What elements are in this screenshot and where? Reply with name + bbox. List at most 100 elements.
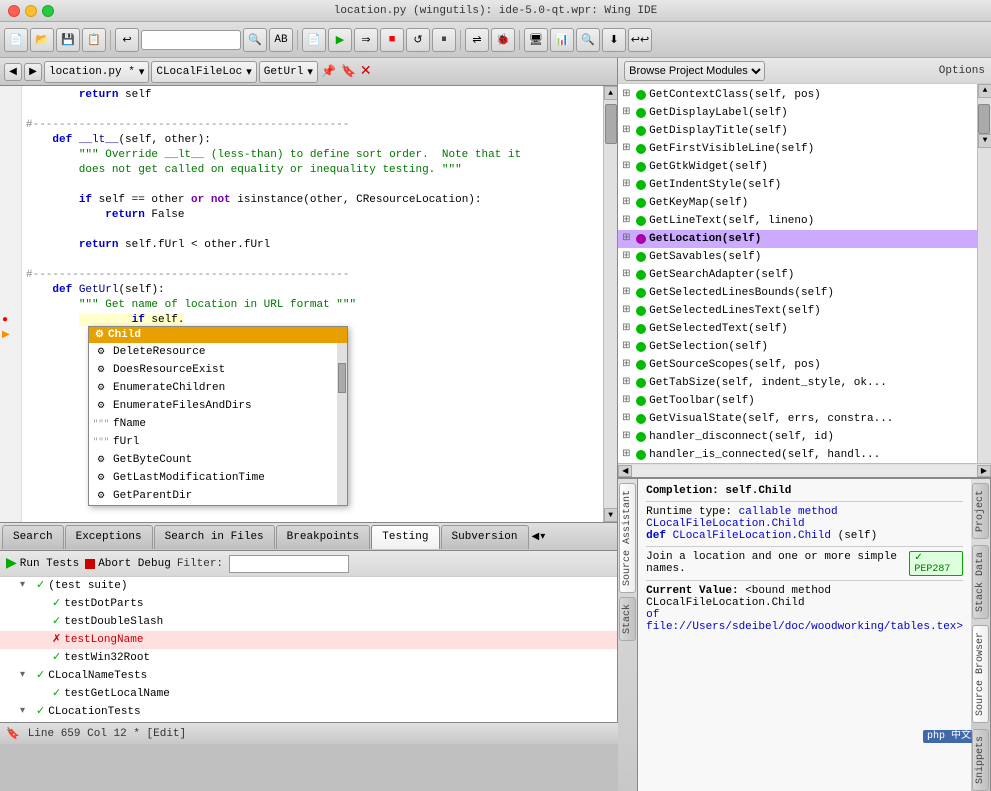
test-item-getlocalname[interactable]: ✓ testGetLocalName <box>0 685 617 703</box>
scroll-down-arrow[interactable]: ▼ <box>978 134 991 148</box>
restart-button[interactable]: ↺ <box>406 28 430 52</box>
gutter-line-breakpoint[interactable] <box>0 313 21 328</box>
ac-item-DoesResourceExist[interactable]: ⚙ DoesResourceExist <box>89 361 347 379</box>
test-suite-curl[interactable]: ▾ ✓ CUrlTests <box>0 721 617 722</box>
test-suite-clocation[interactable]: ▾ ✓ CLocationTests <box>0 703 617 721</box>
ac-item-GetLastModificationTime[interactable]: ⚙ GetLastModificationTime <box>89 469 347 487</box>
search-button[interactable]: 🔍 <box>243 28 267 52</box>
tab-search[interactable]: Search <box>2 525 64 549</box>
module-scrollbar[interactable]: ▲ ▼ <box>977 84 991 463</box>
ac-item-DeleteResource[interactable]: ⚙ DeleteResource <box>89 343 347 361</box>
connect-button[interactable]: ⇌ <box>465 28 489 52</box>
ac-item-fName[interactable]: """ fName <box>89 415 347 433</box>
scroll-thumb[interactable] <box>605 104 617 144</box>
replace-button[interactable]: AB <box>269 28 293 52</box>
module-item[interactable]: ⊞ GetTabSize(self, indent_style, ok... <box>618 374 977 392</box>
save-file-button[interactable]: 💾 <box>56 28 80 52</box>
tab-dropdown[interactable]: ▾ <box>540 531 545 543</box>
horizontal-scrollbar[interactable]: ◀ ▶ <box>618 463 991 477</box>
test-item-doubleslash[interactable]: ✓ testDoubleSlash <box>0 613 617 631</box>
browse-module-selector[interactable]: Browse Project Modules <box>624 61 765 81</box>
vtab-project[interactable]: Project <box>972 483 989 539</box>
test-item-longname[interactable]: ✗ testLongName <box>0 631 617 649</box>
module-item[interactable]: ⊞ GetSearchAdapter(self) <box>618 266 977 284</box>
close-tab-button[interactable]: ✕ <box>360 63 372 80</box>
undo-button[interactable]: ↩ <box>115 28 139 52</box>
scroll-right-arrow[interactable]: ▶ <box>977 465 991 477</box>
tab-breakpoints[interactable]: Breakpoints <box>276 525 371 549</box>
open-file-button[interactable]: 📂 <box>30 28 54 52</box>
stop-button[interactable]: ■ <box>380 28 404 52</box>
ac-item-GetByteCount[interactable]: ⚙ GetByteCount <box>89 451 347 469</box>
scroll-thumb[interactable] <box>978 104 990 134</box>
module-item-getlocation[interactable]: ⊞ GetLocation(self) <box>618 230 977 248</box>
maximize-button[interactable] <box>42 5 54 17</box>
vtab-stack[interactable]: Stack <box>619 597 636 641</box>
ac-scrollbar[interactable] <box>337 343 347 505</box>
module-item[interactable]: ⊞ GetSelectedText(self) <box>618 320 977 338</box>
tab-testing[interactable]: Testing <box>371 525 439 549</box>
runtime-class-link[interactable]: CLocalFileLocation.Child <box>646 518 804 530</box>
vtab-source-browser[interactable]: Source Browser <box>972 625 989 723</box>
module-item[interactable]: ⊞ GetKeyMap(self) <box>618 194 977 212</box>
module-item[interactable]: ⊞ GetSelectedLinesBounds(self) <box>618 284 977 302</box>
test-item-win32root[interactable]: ✓ testWin32Root <box>0 649 617 667</box>
module-item[interactable]: ⊞ GetFirstVisibleLine(self) <box>618 140 977 158</box>
module-item[interactable]: ⊞ GetSourceScopes(self, pos) <box>618 356 977 374</box>
module-item[interactable]: ⊞ GetSelection(self) <box>618 338 977 356</box>
new-file-button[interactable]: 📄 <box>4 28 28 52</box>
abort-debug-button[interactable]: Abort Debug <box>85 558 171 570</box>
scroll-left-arrow[interactable]: ◀ <box>618 465 632 477</box>
module-item[interactable]: ⊞ GetSavables(self) <box>618 248 977 266</box>
tab-exceptions[interactable]: Exceptions <box>65 525 153 549</box>
module-item[interactable]: ⊞ GetDisplayTitle(self) <box>618 122 977 140</box>
module-item[interactable]: ⊞ GetToolbar(self) <box>618 392 977 410</box>
run-tests-button[interactable]: ▶ Run Tests <box>6 555 79 572</box>
tool3-button[interactable]: 🔍 <box>576 28 600 52</box>
save-as-button[interactable]: 📋 <box>82 28 106 52</box>
open-doc-button[interactable]: 📄 <box>302 28 326 52</box>
tool5-button[interactable]: ↩↩ <box>628 28 652 52</box>
scroll-up-arrow[interactable]: ▲ <box>604 86 618 100</box>
module-item[interactable]: ⊞ GetContextClass(self, pos) <box>618 86 977 104</box>
class-selector[interactable]: CLocalFileLoc ▾ <box>151 61 256 83</box>
scroll-down-arrow[interactable]: ▼ <box>604 508 618 522</box>
minimize-button[interactable] <box>25 5 37 17</box>
test-item-dotparts[interactable]: ✓ testDotParts <box>0 595 617 613</box>
tab-subversion[interactable]: Subversion <box>441 525 529 549</box>
editor-scrollbar[interactable]: ▲ ▼ <box>603 86 617 522</box>
nav-back-button[interactable]: ◀ <box>4 63 22 81</box>
vtab-source-assistant[interactable]: Source Assistant <box>619 483 636 593</box>
bookmark-button[interactable]: 🔖 <box>340 63 358 81</box>
module-item[interactable]: ⊞ GetDisplayLabel(self) <box>618 104 977 122</box>
current-value-link[interactable]: of file://Users/sdeibel/doc/woodworking/… <box>646 609 963 633</box>
test-suite-clocalname[interactable]: ▾ ✓ CLocalNameTests <box>0 667 617 685</box>
module-item[interactable]: ⊞ GetSelectedLinesText(self) <box>618 302 977 320</box>
ac-item-GetParentDir[interactable]: ⚙ GetParentDir <box>89 487 347 505</box>
run-button[interactable]: ▶ <box>328 28 352 52</box>
tool4-button[interactable]: ⬇ <box>602 28 626 52</box>
ac-item-fUrl[interactable]: """ fUrl <box>89 433 347 451</box>
nav-forward-button[interactable]: ▶ <box>24 63 42 81</box>
module-item[interactable]: ⊞ GetLineText(self, lineno) <box>618 212 977 230</box>
module-item[interactable]: ⊞ GetIndentStyle(self) <box>618 176 977 194</box>
debug-button[interactable]: 🐞 <box>491 28 515 52</box>
vtab-snippets[interactable]: Snippets <box>972 729 989 791</box>
module-item[interactable]: ⊞ GetGtkWidget(self) <box>618 158 977 176</box>
close-button[interactable] <box>8 5 20 17</box>
module-item[interactable]: ⊞ GetVisualState(self, errs, constra... <box>618 410 977 428</box>
tab-search-in-files[interactable]: Search in Files <box>154 525 275 549</box>
ac-item-EnumerateChildren[interactable]: ⚙ EnumerateChildren <box>89 379 347 397</box>
filter-input[interactable] <box>229 555 349 573</box>
module-item[interactable]: ⊞ handler_is_connected(self, handl... <box>618 446 977 463</box>
toolbar-search-input[interactable] <box>141 30 241 50</box>
tool1-button[interactable]: 🖥 <box>524 28 548 52</box>
step-over-button[interactable]: ⇒ <box>354 28 378 52</box>
method-selector[interactable]: GetUrl ▾ <box>259 61 318 83</box>
pin-button[interactable]: 📌 <box>320 63 338 81</box>
scroll-up-arrow[interactable]: ▲ <box>978 84 991 98</box>
pause-button[interactable]: ⏸ <box>432 28 456 52</box>
tab-scroll-left[interactable]: ◀ <box>532 531 540 543</box>
file-selector[interactable]: location.py * ▾ <box>44 61 149 83</box>
ac-item-EnumerateFilesAndDirs[interactable]: ⚙ EnumerateFilesAndDirs <box>89 397 347 415</box>
